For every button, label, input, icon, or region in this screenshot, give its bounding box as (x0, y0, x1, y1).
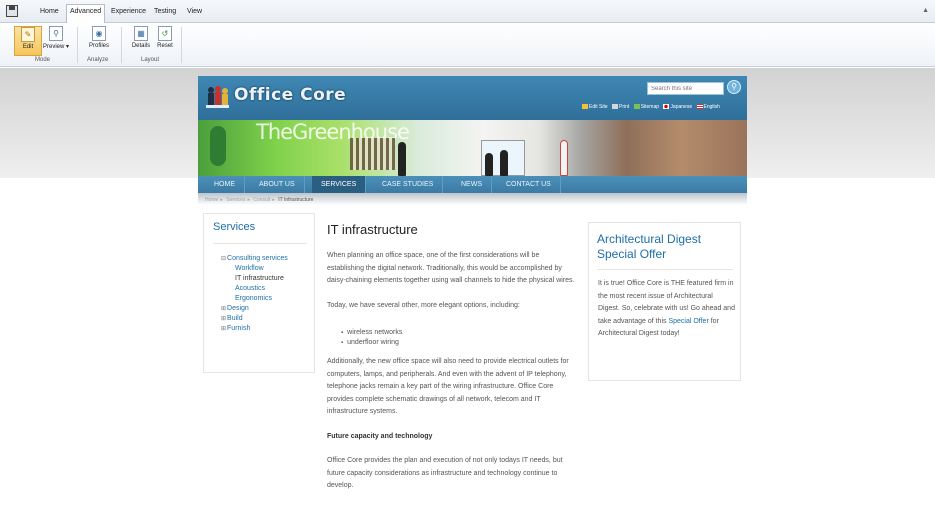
tree-item-it-infrastructure[interactable]: IT infrastructure (235, 275, 284, 282)
save-icon[interactable] (6, 5, 18, 17)
magnifier-icon: ⚲ (49, 26, 63, 41)
nav-item-about-us[interactable]: ABOUT US (250, 176, 305, 193)
utility-links: Edit Site Print Sitemap Japanese English (582, 104, 746, 110)
article-paragraph: When planning an office space, one of th… (327, 252, 575, 284)
tab-experience[interactable]: Experience (108, 6, 149, 17)
list-item: wireless networks (341, 328, 575, 338)
sidebar-title: Services (213, 221, 256, 233)
group-label-layout: Layout (141, 57, 160, 63)
banner-person-figure (398, 142, 406, 176)
article-subheading: Future capacity and technology (327, 432, 433, 440)
nav-item-case-studies[interactable]: CASE STUDIES (373, 176, 444, 193)
page-title: IT infrastructure (327, 222, 418, 237)
promo-title: Architectural Digest Special Offer (597, 232, 702, 261)
group-divider (77, 27, 78, 63)
breadcrumb-consult[interactable]: Consult (253, 197, 270, 203)
sidebar-divider (213, 243, 307, 244)
tree-item-consulting-services[interactable]: Consulting services (227, 255, 288, 262)
ribbon-tab-bar: Home Advanced Experience Testing View ▲ (0, 0, 935, 23)
print-link[interactable]: Print (612, 104, 629, 110)
special-offer-link[interactable]: Special Offer (668, 318, 708, 325)
list-item: underfloor wiring (341, 338, 575, 348)
site-header: Office Core ⚲ Edit Site Print Sitemap Ja… (198, 76, 747, 120)
pencil-icon: ✎ (21, 27, 35, 42)
breadcrumb-services[interactable]: Services (226, 197, 245, 203)
details-icon: ▦ (134, 26, 148, 41)
office-core-logo-icon[interactable] (204, 84, 230, 110)
tree-item-workflow[interactable]: Workflow (235, 265, 264, 272)
promo-body: It is true! Office Core is THE featured … (598, 278, 735, 341)
site-search-input[interactable] (647, 82, 724, 95)
reset-button-label: Reset (157, 43, 173, 49)
sitemap-icon (633, 104, 640, 109)
tree-item-build[interactable]: Build (227, 315, 243, 322)
printer-icon (612, 104, 619, 109)
article-bullet-list: wireless networks underfloor wiring (327, 328, 575, 348)
banner-plant-decoration (210, 126, 226, 166)
expand-toggle-icon[interactable]: ⊞ (221, 306, 226, 312)
special-offer-promo: Architectural Digest Special Offer It is… (588, 222, 741, 381)
us-flag-icon (696, 104, 703, 109)
nav-item-contact-us[interactable]: CONTACT US (497, 176, 561, 193)
preview-button[interactable]: ⚲ Preview ▾ (40, 26, 72, 56)
group-label-analyze: Analyze (87, 57, 109, 63)
collapse-toggle-icon[interactable]: ⊟ (221, 256, 226, 262)
banner-person-figure (560, 140, 568, 176)
banner-person-figure (500, 150, 508, 176)
nav-item-home[interactable]: HOME (205, 176, 245, 193)
article-paragraph: Office Core provides the plan and execut… (327, 457, 563, 489)
tree-item-furnish[interactable]: Furnish (227, 325, 250, 332)
main-article: IT infrastructure When planning an offic… (327, 222, 575, 505)
tab-testing[interactable]: Testing (151, 6, 179, 17)
expand-toggle-icon[interactable]: ⊞ (221, 316, 226, 322)
profiles-button-label: Profiles (88, 43, 109, 49)
edit-site-icon (582, 104, 588, 109)
profiles-button[interactable]: ◉ Profiles (84, 26, 114, 56)
nav-item-services[interactable]: SERVICES (312, 176, 367, 193)
promo-divider (597, 269, 733, 270)
edit-site-link[interactable]: Edit Site (582, 104, 608, 110)
details-button-label: Details (131, 43, 151, 49)
hero-banner: TheGreenhouse (198, 120, 747, 176)
banner-person-figure (485, 153, 493, 176)
site-logo-text[interactable]: Office Core (234, 85, 346, 105)
tree-item-design[interactable]: Design (227, 305, 249, 312)
ribbon-collapse-icon[interactable]: ▲ (922, 7, 929, 14)
japanese-link[interactable]: Japanese (663, 104, 692, 110)
reset-icon: ↺ (158, 26, 172, 41)
banner-bookshelf-decoration (350, 138, 395, 170)
group-divider (121, 27, 122, 63)
group-divider (181, 27, 182, 63)
services-sidebar: Services ⊟Consulting services Workflow I… (203, 213, 315, 373)
profile-icon: ◉ (92, 26, 106, 41)
edit-button-label: Edit (22, 44, 34, 50)
article-paragraph: Additionally, the new office space will … (327, 358, 569, 415)
tree-item-ergonomics[interactable]: Ergonomics (235, 295, 272, 302)
preview-button-label: Preview ▾ (42, 44, 70, 50)
tab-advanced[interactable]: Advanced (66, 4, 106, 23)
tab-view[interactable]: View (184, 6, 205, 17)
nav-item-news[interactable]: NEWS (452, 176, 492, 193)
article-paragraph: Today, we have several other, more elega… (327, 301, 520, 309)
english-link[interactable]: English (696, 104, 720, 110)
sitemap-link[interactable]: Sitemap (633, 104, 659, 110)
search-icon[interactable]: ⚲ (727, 80, 741, 94)
main-navigation: HOME ABOUT US SERVICES CASE STUDIES NEWS… (198, 176, 747, 193)
reset-button[interactable]: ↺ Reset (151, 26, 179, 56)
ribbon-body: ✎ Edit ⚲ Preview ▾ Mode ◉ Profiles Analy… (0, 23, 935, 67)
group-label-mode: Mode (35, 57, 51, 63)
expand-toggle-icon[interactable]: ⊞ (221, 326, 226, 332)
tree-item-acoustics[interactable]: Acoustics (235, 285, 265, 292)
japan-flag-icon (663, 104, 670, 109)
services-tree: ⊟Consulting services Workflow IT infrast… (221, 254, 288, 334)
breadcrumb-home[interactable]: Home (205, 197, 218, 203)
breadcrumb: Home ▸ Services ▸ Consult ▸ IT Infrastructu… (205, 197, 314, 203)
breadcrumb-current: IT Infrastructure (278, 197, 314, 203)
edit-button[interactable]: ✎ Edit (14, 26, 42, 56)
tab-home[interactable]: Home (37, 6, 62, 17)
